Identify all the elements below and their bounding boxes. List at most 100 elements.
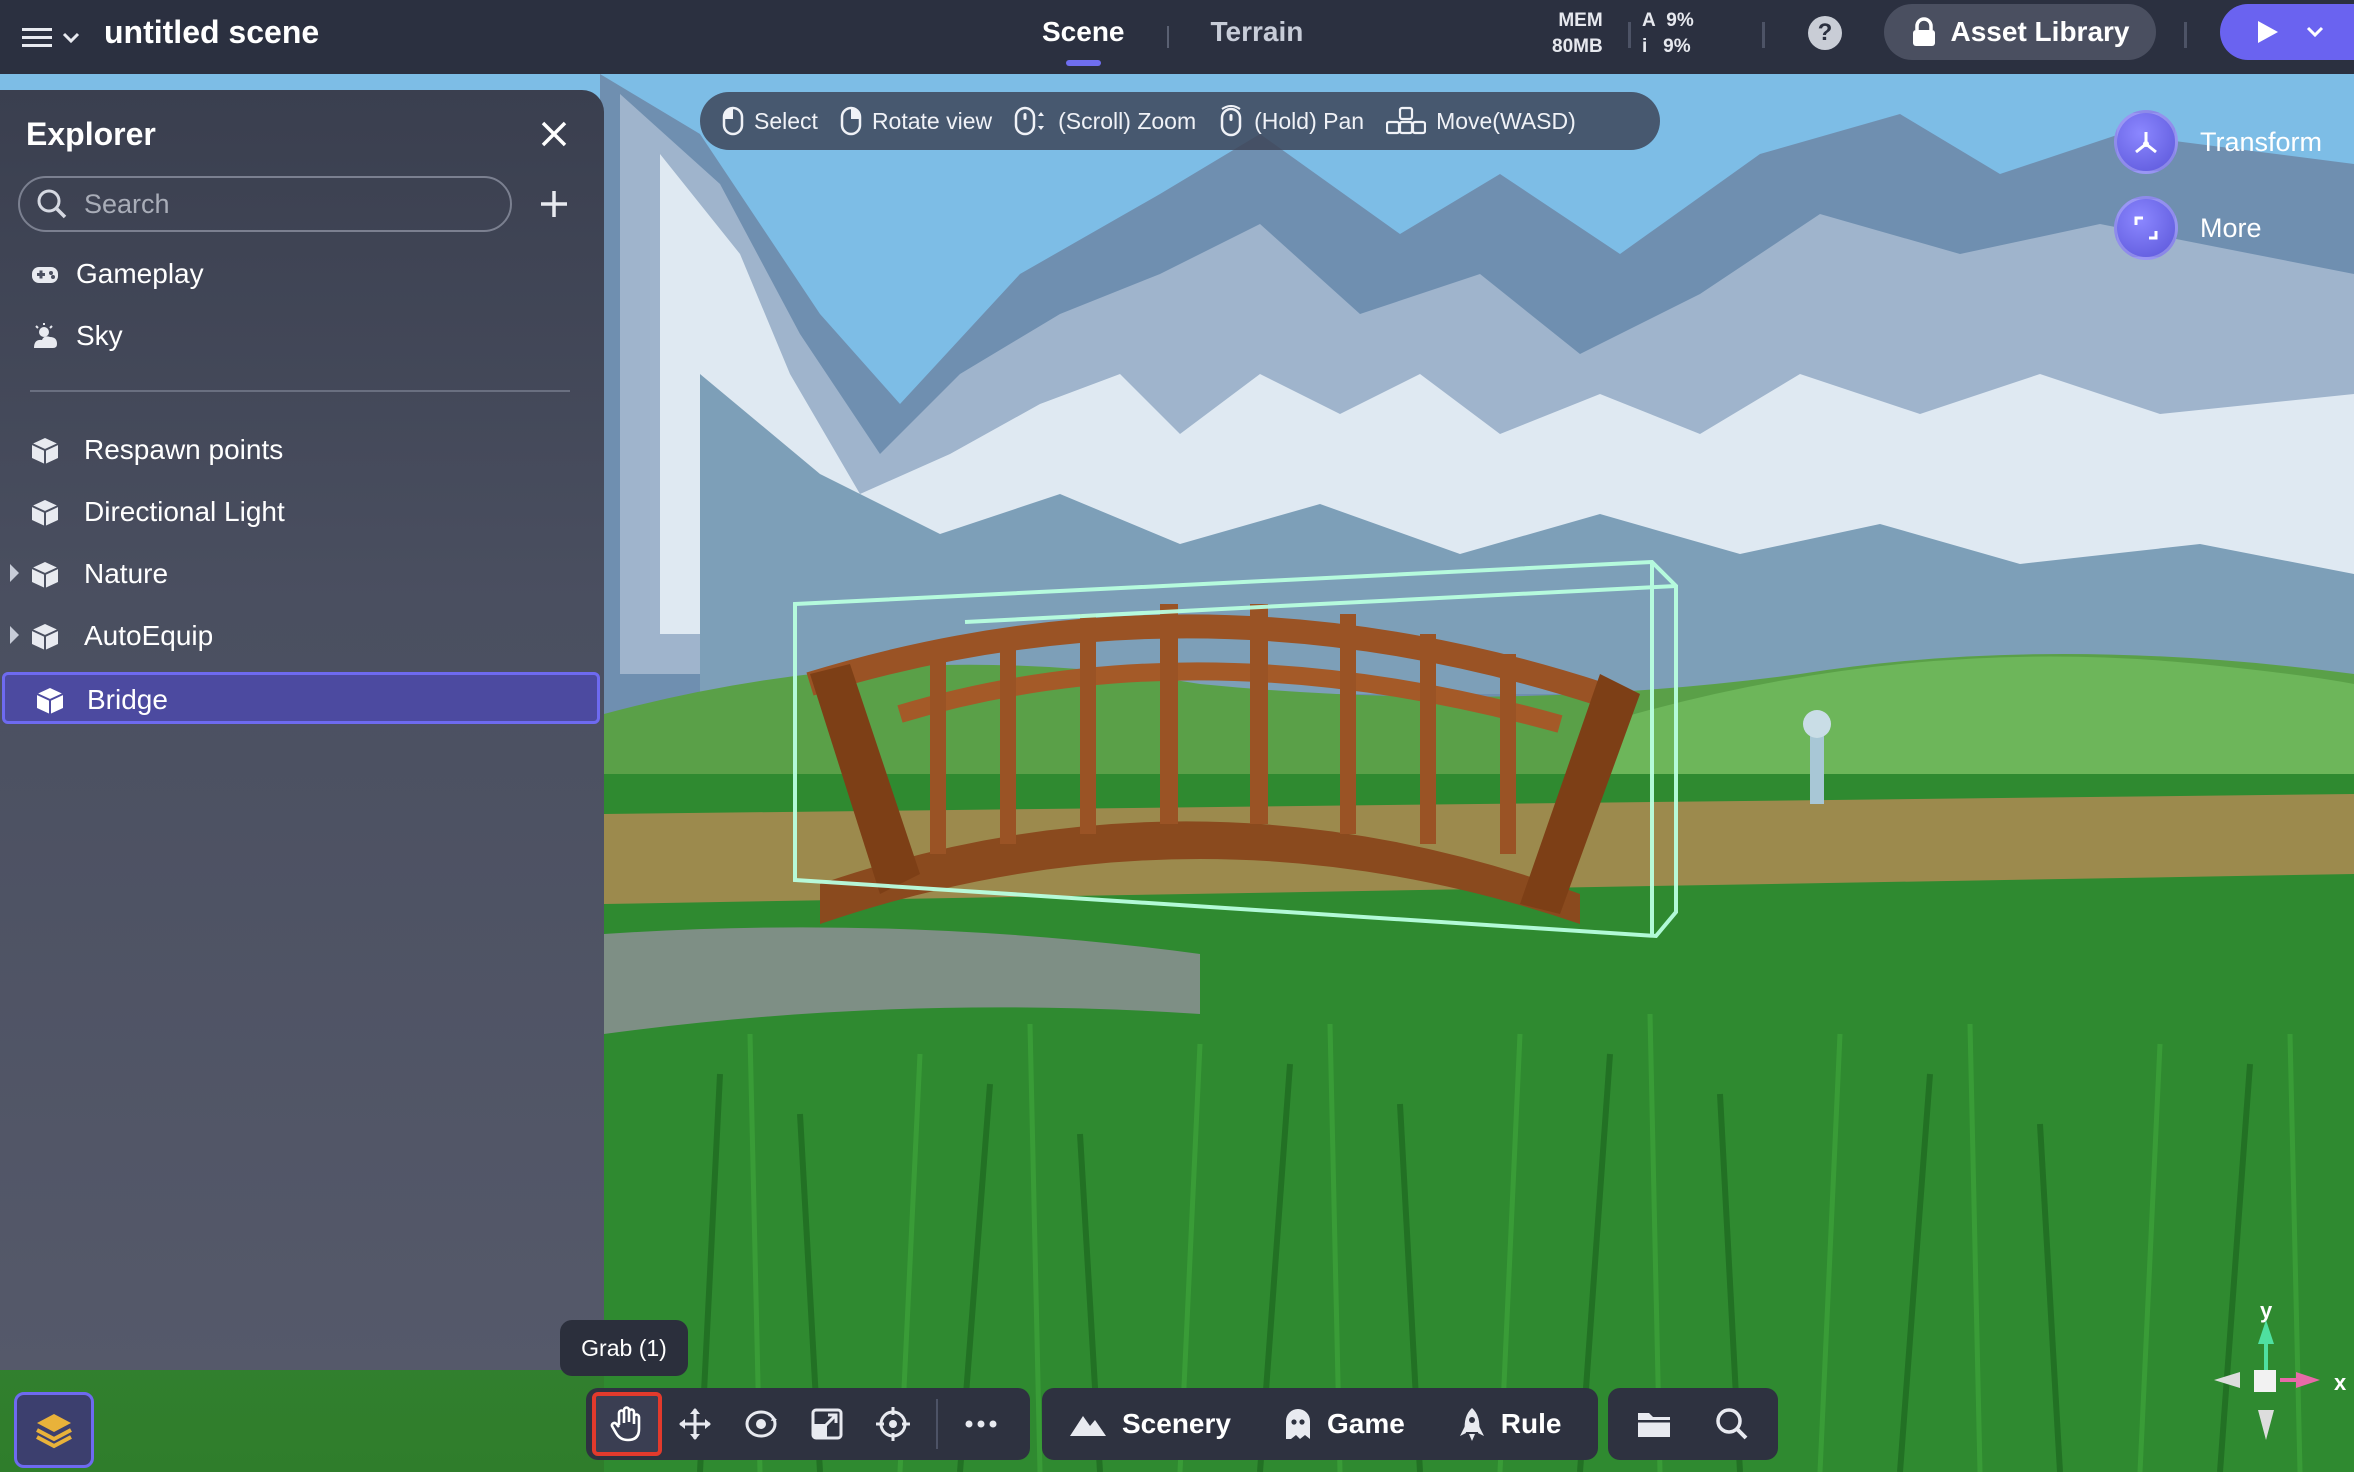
toolbar-divider: [936, 1399, 938, 1449]
mouse-right-icon: [840, 106, 862, 136]
rotate-icon: [745, 1410, 777, 1438]
cube-icon: [31, 500, 59, 526]
a-stat-label: A: [1642, 10, 1656, 31]
tab-scene[interactable]: Scene: [1030, 0, 1137, 74]
rotate-tool-button[interactable]: [728, 1394, 794, 1454]
top-bar: untitled scene Scene Terrain MEM 80MB A …: [0, 0, 2354, 74]
memory-label: MEM: [1558, 10, 1603, 31]
stat-divider: [1762, 22, 1765, 48]
pivot-tool-button[interactable]: [860, 1394, 926, 1454]
search-input[interactable]: [84, 188, 484, 220]
memory-stat: MEM 80MB: [1552, 8, 1603, 60]
ghost-icon: [1285, 1409, 1310, 1439]
grab-tool-button[interactable]: [592, 1392, 662, 1456]
asset-library-button[interactable]: Asset Library: [1884, 4, 2156, 60]
layers-icon: [36, 1414, 72, 1449]
scenery-label: Scenery: [1122, 1408, 1231, 1439]
question-icon: ?: [1817, 19, 1833, 46]
transform-icon: [2114, 110, 2178, 174]
hint-label: (Scroll) Zoom: [1058, 107, 1197, 134]
scene-title[interactable]: untitled scene: [104, 14, 319, 51]
explorer-item-label: Nature: [84, 558, 169, 589]
add-icon[interactable]: [536, 186, 572, 222]
rule-button[interactable]: Rule: [1431, 1388, 1588, 1460]
mountain-icon: [1070, 1416, 1106, 1436]
search-icon: [37, 189, 67, 219]
hint-label: (Hold) Pan: [1254, 107, 1365, 134]
a-stat-value: 9%: [1666, 10, 1694, 31]
close-icon[interactable]: [536, 116, 572, 152]
help-button[interactable]: ?: [1808, 16, 1842, 50]
utility-tools: [1608, 1388, 1778, 1460]
hint-label: Move(WASD): [1436, 107, 1576, 134]
hint-move: Move(WASD): [1386, 106, 1576, 136]
game-button[interactable]: Game: [1257, 1388, 1431, 1460]
explorer-item-autoequip[interactable]: AutoEquip: [0, 608, 604, 664]
transform-tools: [586, 1388, 1030, 1460]
hint-pan: (Hold) Pan: [1218, 105, 1364, 137]
asset-library-label: Asset Library: [1950, 16, 2130, 47]
gamepad-icon: [32, 267, 58, 283]
more-tools-button[interactable]: [948, 1394, 1014, 1454]
rule-label: Rule: [1500, 1408, 1562, 1439]
ellipsis-icon: [965, 1420, 997, 1428]
hint-label: Select: [754, 107, 818, 134]
x-axis-label: x: [2334, 1370, 2347, 1395]
explorer-item-gameplay[interactable]: Gameplay: [0, 246, 604, 302]
play-button[interactable]: [2220, 4, 2354, 60]
chevron-down-icon[interactable]: [2306, 26, 2324, 38]
explorer-item-bridge[interactable]: Bridge: [2, 672, 600, 724]
cube-icon: [31, 438, 59, 464]
explorer-item-directional-light[interactable]: Directional Light: [0, 484, 604, 540]
mouse-scroll-icon: [1014, 106, 1045, 136]
grab-tooltip: Grab (1): [560, 1320, 688, 1376]
memory-value: 80MB: [1552, 36, 1603, 57]
explorer-item-label: Bridge: [87, 684, 168, 715]
sky-icon: [34, 323, 57, 348]
controls-hint-bar: Select Rotate view (Scroll) Zoom (Hold) …: [700, 92, 1660, 150]
lock-icon: [1912, 17, 1935, 46]
tab-divider: [1166, 26, 1169, 48]
hint-rotate-view: Rotate view: [840, 106, 992, 136]
scenery-button[interactable]: Scenery: [1042, 1388, 1257, 1460]
more-button[interactable]: More: [2114, 196, 2262, 260]
main-menu-button[interactable]: [22, 18, 84, 58]
pivot-icon: [876, 1407, 910, 1441]
explorer-item-label: Sky: [76, 320, 123, 351]
search-button[interactable]: [1699, 1394, 1765, 1454]
i-stat-value: 9%: [1663, 36, 1691, 57]
explorer-panel: Explorer Gameplay Sky Respawn points Dir…: [0, 90, 604, 1370]
layers-button[interactable]: [14, 1392, 94, 1468]
explorer-item-sky[interactable]: Sky: [0, 308, 604, 364]
explorer-item-label: Gameplay: [76, 258, 204, 289]
explorer-item-nature[interactable]: Nature: [0, 546, 604, 602]
axis-gizmo[interactable]: y x: [2210, 1298, 2350, 1450]
scale-icon: [811, 1408, 843, 1440]
hint-select: Select: [722, 106, 818, 136]
mode-tabs: Scene Terrain: [1030, 0, 1315, 74]
hint-label: Rotate view: [871, 107, 993, 134]
usage-stats: A 9% i 9%: [1642, 8, 1694, 60]
play-icon: [2258, 21, 2278, 43]
stat-divider: [1628, 22, 1631, 48]
game-label: Game: [1326, 1408, 1405, 1439]
tab-terrain[interactable]: Terrain: [1199, 0, 1316, 74]
expand-caret-icon[interactable]: [10, 626, 19, 644]
rocket-icon: [1459, 1408, 1484, 1441]
cube-icon: [31, 624, 59, 650]
expand-caret-icon[interactable]: [10, 564, 19, 582]
transform-button[interactable]: Transform: [2114, 110, 2322, 174]
hand-icon: [610, 1406, 641, 1442]
search-icon: [1716, 1408, 1748, 1440]
move-tool-button[interactable]: [662, 1394, 728, 1454]
explorer-title: Explorer: [26, 116, 156, 152]
explorer-item-respawn-points[interactable]: Respawn points: [0, 422, 604, 478]
move-arrows-icon: [679, 1408, 711, 1440]
explorer-item-label: AutoEquip: [84, 620, 214, 651]
folder-button[interactable]: [1621, 1394, 1687, 1454]
hamburger-icon: [22, 28, 52, 47]
toolbar-divider: [2184, 22, 2187, 48]
cube-icon: [36, 688, 64, 714]
y-axis-label: y: [2260, 1300, 2273, 1323]
scale-tool-button[interactable]: [794, 1394, 860, 1454]
